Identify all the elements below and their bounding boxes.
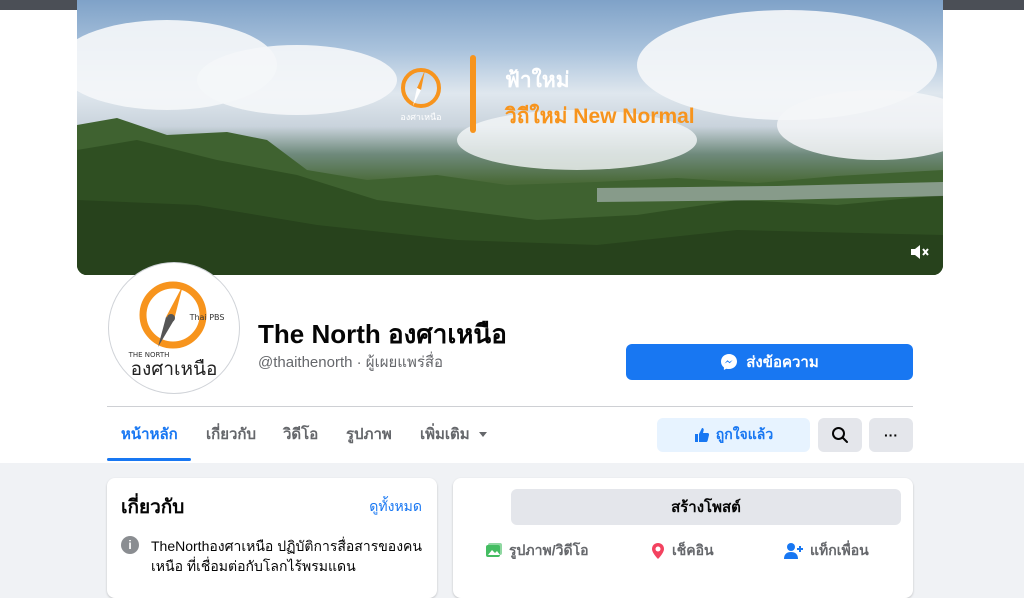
liked-label: ถูกใจแล้ว <box>715 426 774 442</box>
thumbs-up-icon <box>694 428 709 442</box>
messenger-icon <box>721 354 738 370</box>
check-in-label: เช็คอิน <box>672 542 714 558</box>
more-options-icon: ··· <box>884 427 898 443</box>
avatar-brand-name-text: องศาเหนือ <box>131 358 218 380</box>
active-tab-indicator <box>107 458 191 461</box>
tab-photos-label: รูปภาพ <box>346 426 392 443</box>
search-icon <box>832 427 848 443</box>
about-description: TheNorthองศาเหนือ ปฏิบัติการสื่อสารของคน… <box>151 538 422 574</box>
composer-card: สร้างโพสต์ รูปภาพ/วิดีโอ เช็คอิน แท็กเพื… <box>453 478 913 598</box>
tag-friends-button[interactable]: แท็กเพื่อน <box>784 540 869 562</box>
page-title: The North องศาเหนือ <box>258 319 507 349</box>
tag-friends-icon <box>784 543 803 559</box>
page-avatar[interactable]: Thai PBS THE NORTH องศาเหนือ <box>109 263 239 393</box>
location-pin-icon <box>652 543 664 559</box>
avatar-partner-text: Thai PBS <box>189 313 225 322</box>
tab-more[interactable]: เพิ่มเติม <box>420 418 490 450</box>
tab-videos[interactable]: วิดีโอ <box>283 418 318 450</box>
header-divider <box>107 406 913 407</box>
see-all-link[interactable]: ดูทั้งหมด <box>369 496 422 518</box>
check-in-button[interactable]: เช็คอิน <box>650 540 714 562</box>
send-message-label: ส่งข้อความ <box>746 354 819 371</box>
the-north-logo-icon: องศาเหนือ <box>400 68 442 123</box>
photo-icon <box>486 543 502 557</box>
cover-brand-text: องศาเหนือ <box>400 112 441 123</box>
liked-button[interactable]: ถูกใจแล้ว <box>657 418 810 452</box>
tab-about-label: เกี่ยวกับ <box>206 426 257 443</box>
photo-video-label: รูปภาพ/วิดีโอ <box>509 542 589 558</box>
tab-photos[interactable]: รูปภาพ <box>346 418 392 450</box>
send-message-button[interactable]: ส่งข้อความ <box>626 344 913 380</box>
info-icon: i <box>121 536 139 554</box>
tab-about[interactable]: เกี่ยวกับ <box>206 418 256 450</box>
search-button[interactable] <box>818 418 862 452</box>
tab-videos-label: วิดีโอ <box>283 426 319 443</box>
tab-home-label: หน้าหลัก <box>121 426 178 443</box>
more-options-button[interactable]: ··· <box>869 418 913 452</box>
about-card-title: เกี่ยวกับ <box>121 497 185 518</box>
cover-headline: ฟ้าใหม่ <box>505 69 570 92</box>
tab-home[interactable]: หน้าหลัก <box>121 418 178 450</box>
the-north-avatar-logo-icon: Thai PBS THE NORTH องศาเหนือ <box>128 281 225 380</box>
cover-divider <box>470 55 476 133</box>
about-card: เกี่ยวกับ ดูทั้งหมด i TheNorthองศาเหนือ … <box>107 478 437 598</box>
mountain-range <box>77 118 943 275</box>
speaker-mute-icon[interactable] <box>909 243 931 261</box>
cover-subheadline: วิถีใหม่ New Normal <box>505 105 695 128</box>
create-post-button[interactable]: สร้างโพสต์ <box>511 489 901 525</box>
photo-video-button[interactable]: รูปภาพ/วิดีโอ <box>485 540 589 562</box>
tab-more-label: เพิ่มเติม <box>420 426 470 443</box>
tag-friends-label: แท็กเพื่อน <box>810 542 869 558</box>
cover-photo[interactable]: องศาเหนือ ฟ้าใหม่ วิถีใหม่ New Normal <box>77 0 943 275</box>
page-handle: @thaithenorth · ผู้เผยแพร่สื่อ <box>258 354 444 371</box>
caret-down-icon <box>478 432 487 437</box>
